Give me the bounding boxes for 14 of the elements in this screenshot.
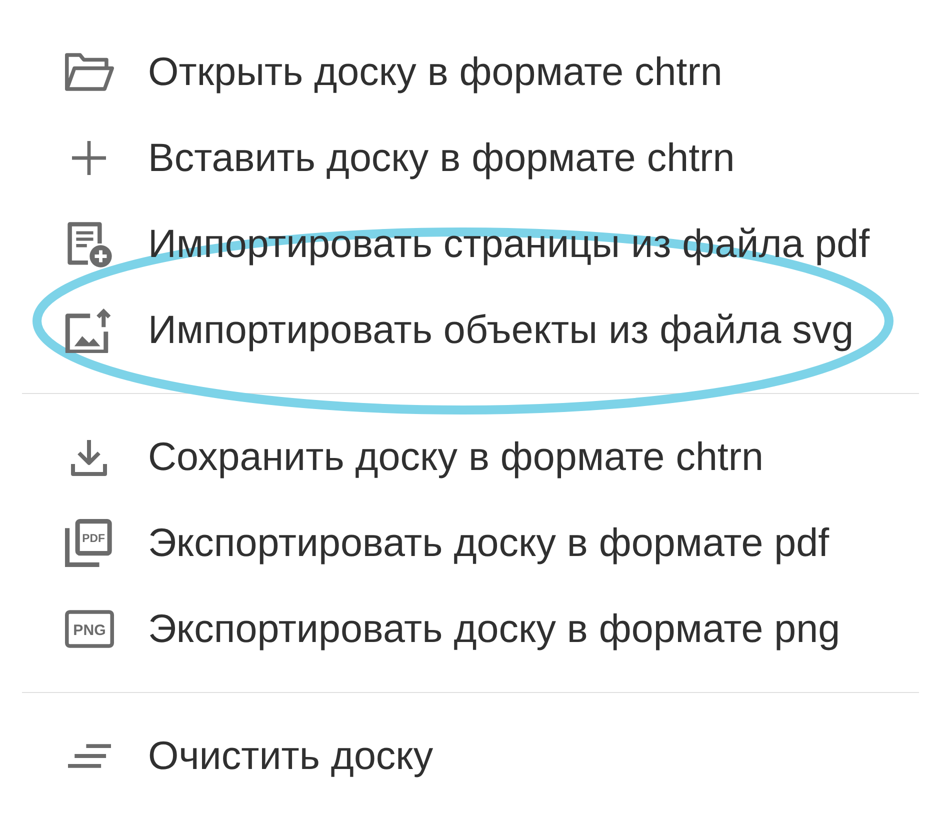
menu-item[interactable]: Вставить доску в формате chtrn <box>22 115 919 201</box>
menu-item[interactable]: Очистить доску <box>22 713 919 799</box>
menu-item[interactable]: Импортировать объекты из файла svg <box>22 287 919 373</box>
folder-icon <box>64 53 114 91</box>
menu-item[interactable]: PNG Экспортировать доску в формате png <box>22 586 919 672</box>
lines-icon <box>68 744 110 768</box>
menu-item[interactable]: PDF Экспортировать доску в формате pdf <box>22 500 919 586</box>
menu-item[interactable]: Сохранить доску в формате chtrn <box>22 414 919 500</box>
document-plus-icon <box>65 220 113 268</box>
menu-item[interactable]: Открыть доску в формате chtrn <box>22 29 919 115</box>
png-file-icon: PNG <box>64 610 114 648</box>
image-upload-icon <box>65 308 113 352</box>
plus-icon <box>72 141 106 175</box>
download-icon <box>70 438 108 476</box>
